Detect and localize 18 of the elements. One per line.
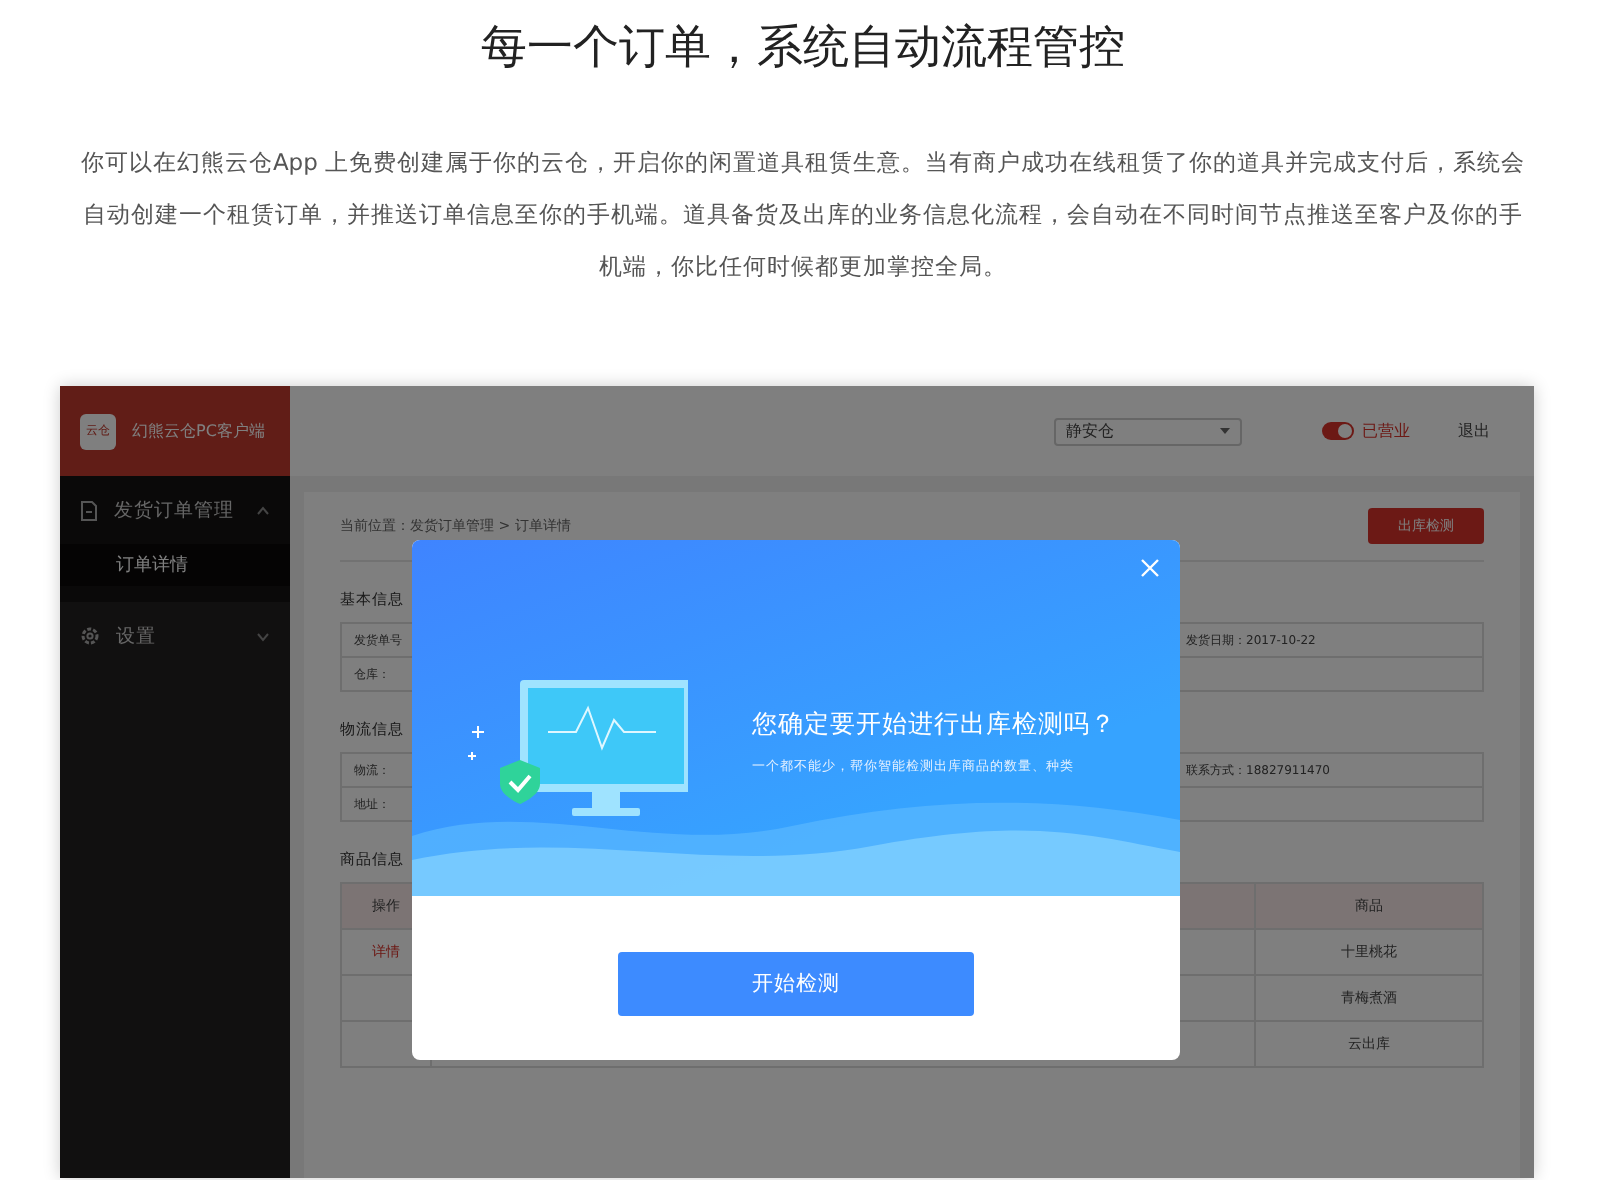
settings-icon xyxy=(80,626,100,646)
toggle-switch[interactable] xyxy=(1322,422,1354,440)
close-icon[interactable] xyxy=(1140,558,1160,578)
sidebar-group[interactable]: 发货订单管理 xyxy=(60,476,290,544)
intro-paragraph: 你可以在幻熊云仓App 上免费创建属于你的云仓，开启你的闲置道具租赁生意。当有商户成功在线租赁了你的道具并完成支付后，系统会自动创建一个租赁订单，并推送订单信息至你的手机端。道具备货及出库的业务信息化流程，会自动在不同时间节点推送至客户及你的手机端，你比任何时候都更加掌控全局。 xyxy=(79,146,1527,284)
sidebar-item[interactable]: 订单详情 xyxy=(60,544,290,586)
dialog-title: 您确定要开始进行出库检测吗？ xyxy=(752,708,1116,742)
app-title: 幻熊云仓PC客户端 xyxy=(132,420,265,442)
start-button[interactable]: 开始检测 xyxy=(618,952,974,1016)
sidebar-group[interactable]: 设置 xyxy=(60,602,290,670)
toggle-label: 已营业 xyxy=(1362,420,1410,442)
document-icon xyxy=(80,499,98,521)
chevron-icon xyxy=(256,631,270,641)
chevron-icon xyxy=(256,505,270,515)
caret-icon xyxy=(1220,428,1230,434)
warehouse-select[interactable]: 静安仓 xyxy=(1054,417,1242,445)
headline: 每一个订单，系统自动流程管控 xyxy=(481,20,1125,78)
logout-link[interactable]: 退出 xyxy=(1458,420,1490,442)
